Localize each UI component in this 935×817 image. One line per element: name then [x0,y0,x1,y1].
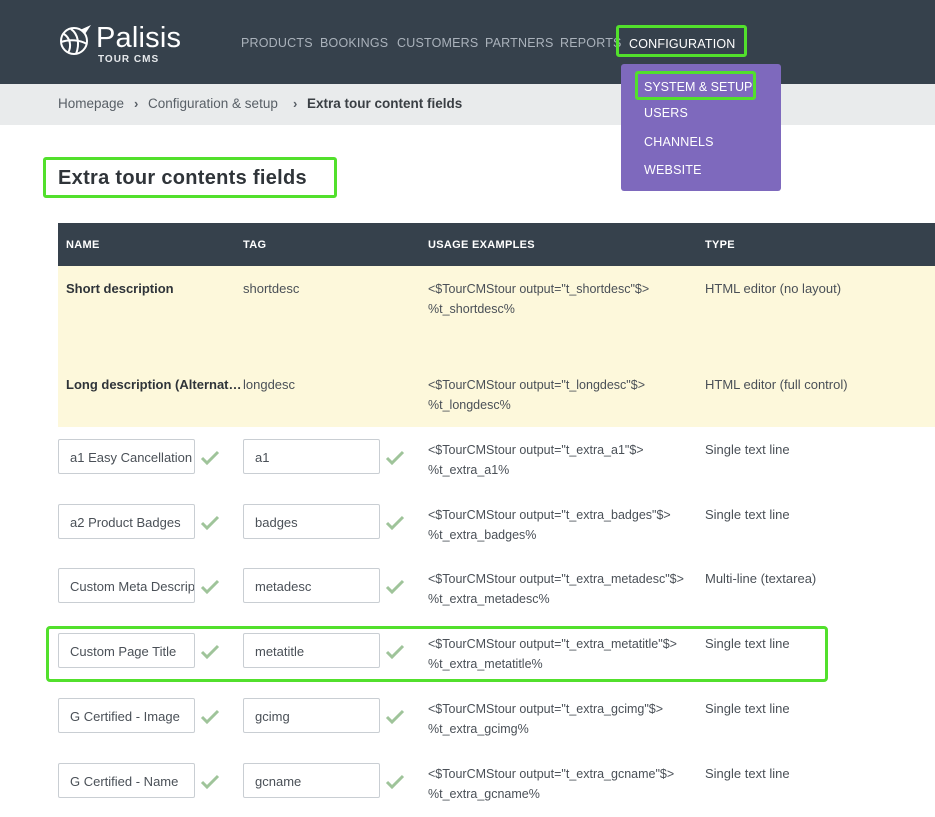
field-name-input[interactable]: a2 Product Badges [58,504,195,539]
top-navigation-bar: Palisis TOUR CMS PRODUCTS BOOKINGS CUSTO… [0,0,935,84]
field-type: Single text line [705,442,790,457]
chevron-right-icon: › [134,96,139,111]
check-icon [200,774,220,790]
check-icon [200,450,220,466]
check-icon [385,515,405,531]
palisis-logo[interactable]: Palisis TOUR CMS [58,22,188,66]
field-name-input[interactable]: Custom Page Title [58,633,195,668]
column-header-name: NAME [66,239,100,251]
field-tag-input[interactable]: metadesc [243,568,380,603]
menu-item-users[interactable]: USERS [644,106,688,120]
usage-template-tag: <$TourCMStour output="t_extra_metatitle"… [428,637,677,651]
breadcrumb: Homepage › Configuration & setup › Extra… [0,84,935,125]
usage-example: <$TourCMStour output="t_extra_metatitle"… [428,634,677,674]
page-title-box: Extra tour contents fields [43,157,337,198]
breadcrumb-current: Extra tour content fields [307,96,463,111]
field-name-input[interactable]: G Certified - Image [58,698,195,733]
chevron-right-icon: › [293,96,298,111]
check-icon [200,709,220,725]
usage-example: <$TourCMStour output="t_extra_gcname"$> … [428,764,674,804]
table-header: NAME TAG USAGE EXAMPLES TYPE [58,223,935,266]
menu-item-website[interactable]: WEBSITE [644,163,702,177]
menu-item-system-setup[interactable]: SYSTEM & SETUP [635,71,756,100]
usage-example: <$TourCMStour output="t_extra_a1"$> %t_e… [428,440,644,480]
usage-placeholder: %t_longdesc% [428,398,511,412]
nav-products[interactable]: PRODUCTS [241,36,313,50]
configuration-dropdown-menu: SYSTEM & SETUP USERS CHANNELS WEBSITE [621,64,781,191]
usage-template-tag: <$TourCMStour output="t_extra_metadesc"$… [428,572,684,586]
check-icon [385,450,405,466]
nav-bookings[interactable]: BOOKINGS [320,36,388,50]
menu-item-system-setup-label: SYSTEM & SETUP [644,80,753,94]
brand-subtitle: TOUR CMS [98,54,160,65]
field-type: Single text line [705,636,790,651]
globe-logo-icon [60,25,91,55]
field-tag-input[interactable]: a1 [243,439,380,474]
field-tag-input[interactable]: metatitle [243,633,380,668]
usage-example: <$TourCMStour output="t_extra_gcimg"$> %… [428,699,663,739]
field-type: Multi-line (textarea) [705,571,817,586]
field-name-input[interactable]: G Certified - Name [58,763,195,798]
check-icon [385,579,405,595]
usage-example: <$TourCMStour output="t_shortdesc"$> %t_… [428,279,649,319]
usage-placeholder: %t_shortdesc% [428,302,515,316]
breadcrumb-configuration[interactable]: Configuration & setup [148,96,278,111]
menu-item-channels[interactable]: CHANNELS [644,135,714,149]
usage-template-tag: <$TourCMStour output="t_shortdesc"$> [428,282,650,296]
usage-template-tag: <$TourCMStour output="t_extra_badges"$> [428,508,671,522]
usage-placeholder: %t_extra_a1% [428,463,510,477]
nav-customers[interactable]: CUSTOMERS [397,36,478,50]
usage-placeholder: %t_extra_gcname% [428,787,540,801]
usage-template-tag: <$TourCMStour output="t_extra_gcname"$> [428,767,675,781]
usage-placeholder: %t_extra_badges% [428,528,537,542]
page-title: Extra tour contents fields [58,167,307,189]
check-icon [200,644,220,660]
check-icon [200,579,220,595]
nav-partners[interactable]: PARTNERS [485,36,554,50]
field-name-input[interactable]: a1 Easy Cancellation [58,439,195,474]
column-header-type: TYPE [705,239,735,251]
column-header-usage: USAGE EXAMPLES [428,239,535,251]
usage-placeholder: %t_extra_metatitle% [428,657,543,671]
check-icon [385,709,405,725]
nav-reports[interactable]: REPORTS [560,36,622,50]
usage-placeholder: %t_extra_metadesc% [428,592,550,606]
usage-example: <$TourCMStour output="t_extra_metadesc"$… [428,569,684,609]
field-type: Single text line [705,766,790,781]
field-type: HTML editor (full control) [705,377,848,392]
usage-example: <$TourCMStour output="t_longdesc"$> %t_l… [428,375,645,415]
field-tag: shortdesc [243,281,300,296]
usage-example: <$TourCMStour output="t_extra_badges"$> … [428,505,671,545]
field-type: HTML editor (no layout) [705,281,842,296]
column-header-tag: TAG [243,239,267,251]
check-icon [385,644,405,660]
usage-template-tag: <$TourCMStour output="t_longdesc"$> [428,378,645,392]
usage-template-tag: <$TourCMStour output="t_extra_gcimg"$> [428,702,664,716]
usage-placeholder: %t_extra_gcimg% [428,722,529,736]
usage-template-tag: <$TourCMStour output="t_extra_a1"$> [428,443,644,457]
field-tag-input[interactable]: badges [243,504,380,539]
brand-name: Palisis [96,22,182,54]
field-type: Single text line [705,701,790,716]
check-icon [200,515,220,531]
field-name: Short description [66,281,174,296]
field-tag-input[interactable]: gcname [243,763,380,798]
field-type: Single text line [705,507,790,522]
field-name: Long description (Alternat… [66,377,242,392]
nav-configuration-label: CONFIGURATION [629,37,736,51]
breadcrumb-home[interactable]: Homepage [58,96,124,111]
check-icon [385,774,405,790]
nav-configuration[interactable]: CONFIGURATION [616,25,747,57]
field-tag: longdesc [243,377,296,392]
field-tag-input[interactable]: gcimg [243,698,380,733]
field-name-input[interactable]: Custom Meta Descrip [58,568,195,603]
